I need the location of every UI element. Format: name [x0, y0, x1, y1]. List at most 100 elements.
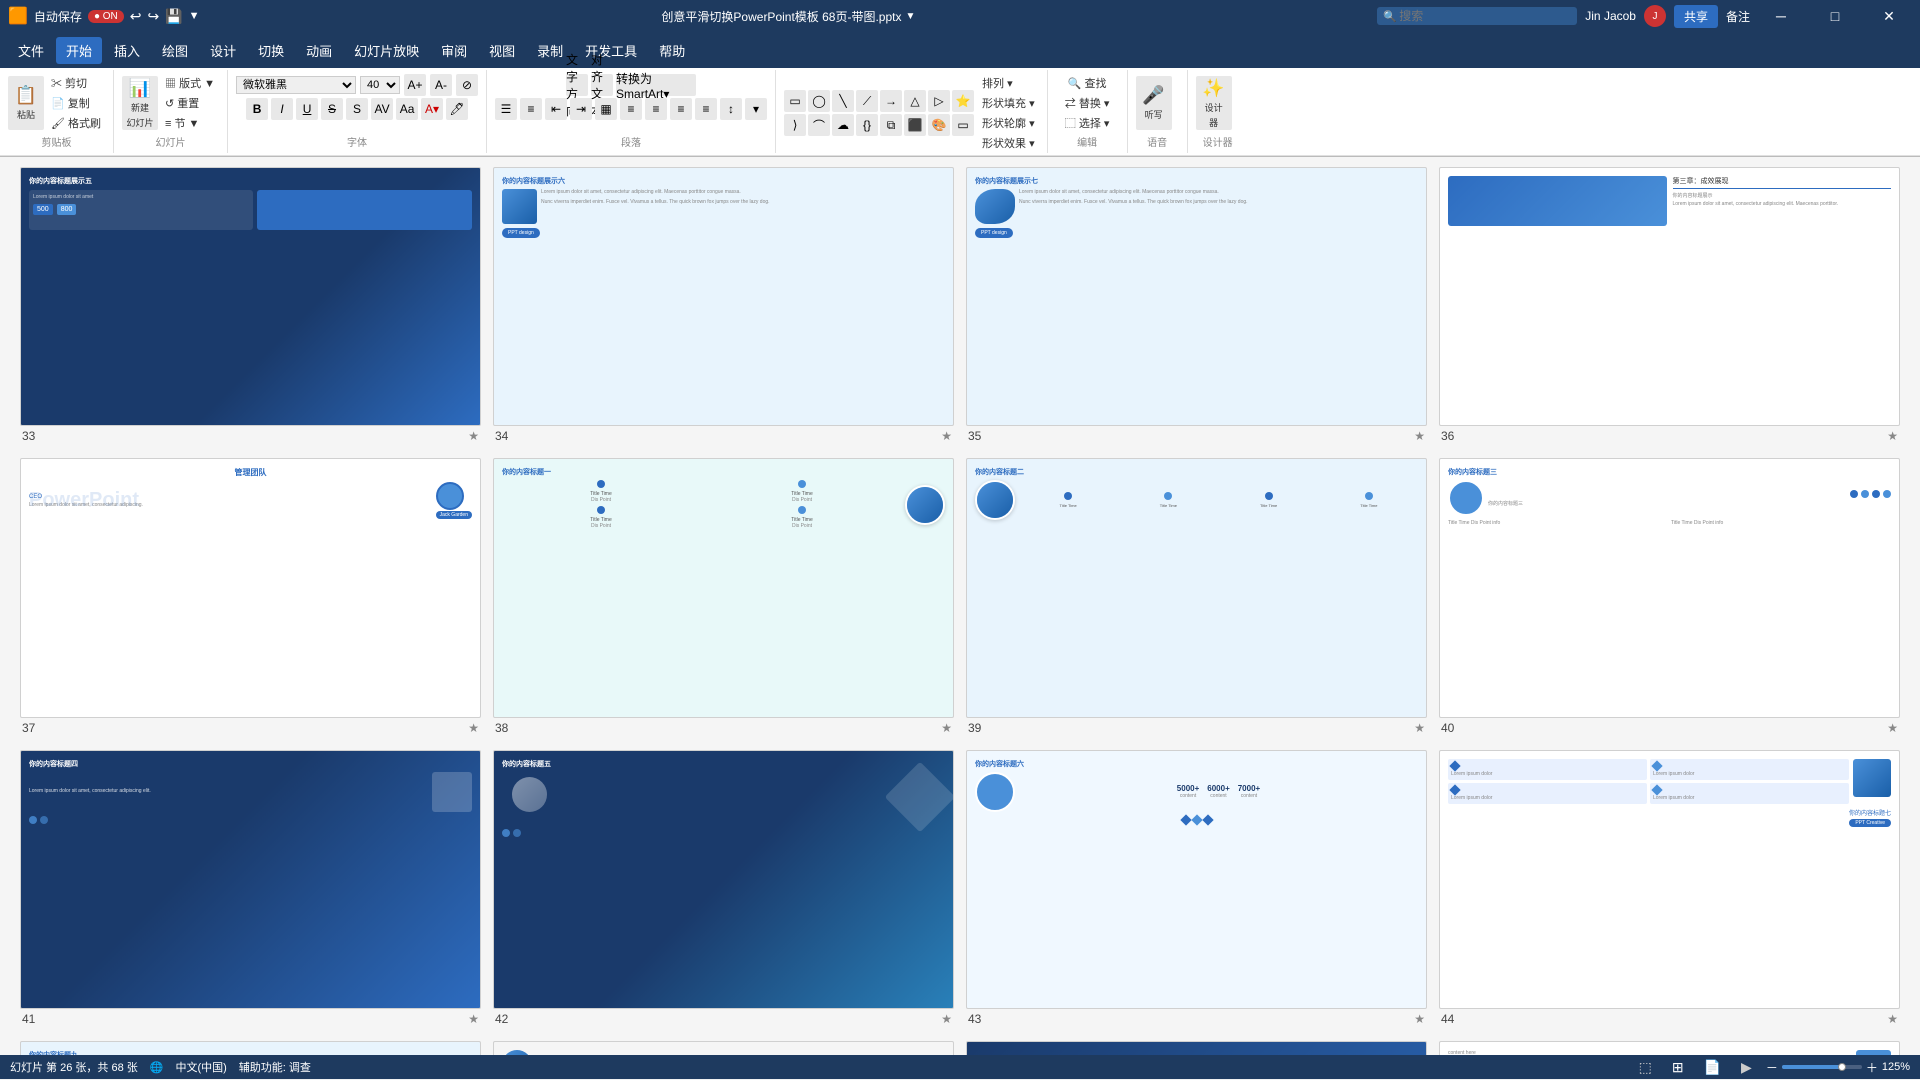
restore-btn[interactable]: □	[1812, 0, 1858, 32]
slideshow-btn[interactable]: ▶	[1735, 1057, 1758, 1078]
arrange-btn[interactable]: ⧉	[880, 114, 902, 136]
shape-1[interactable]: ▭	[784, 90, 806, 112]
menu-file[interactable]: 文件	[8, 37, 54, 64]
menu-help[interactable]: 帮助	[649, 37, 695, 64]
undo-btn[interactable]: ↩	[130, 8, 142, 25]
slide-thumb-44[interactable]: Lorem ipsum dolor Lorem ipsum dolor Lore…	[1439, 750, 1900, 1009]
align-left-btn[interactable]: ≡	[620, 98, 642, 120]
section-btn[interactable]: ≡ 节 ▼	[161, 114, 219, 132]
shape-4[interactable]: ⟋	[856, 90, 878, 112]
comment-label[interactable]: 备注	[1726, 8, 1750, 25]
shape-12[interactable]: {}	[856, 114, 878, 136]
line-spacing-btn[interactable]: ↕	[720, 98, 742, 120]
increase-indent-btn[interactable]: ⇥	[570, 98, 592, 120]
slide-thumb-43[interactable]: 你的内容标题六 5000+ content 6000+	[966, 750, 1427, 1009]
slide-thumb-45[interactable]: 你的内容标题九 Lorem ipsum dolor sit amet	[20, 1041, 481, 1055]
paste-btn[interactable]: 📋 粘贴	[8, 76, 44, 130]
font-color-btn[interactable]: A▾	[421, 98, 443, 120]
close-btn[interactable]: ✕	[1866, 0, 1912, 32]
shape-outline-dropdown[interactable]: 形状轮廓 ▾	[978, 114, 1039, 132]
slide-item-45[interactable]: 你的内容标题九 Lorem ipsum dolor sit amet 45 ★	[20, 1041, 481, 1055]
slide-item-39[interactable]: 你的内容标题二 Title Time	[966, 458, 1427, 737]
slide-item-42[interactable]: 你的内容标题五 42 ★	[493, 750, 954, 1029]
arrange-dropdown[interactable]: 排列 ▾	[978, 74, 1039, 92]
slide-thumb-42[interactable]: 你的内容标题五	[493, 750, 954, 1009]
font-family-select[interactable]: 微软雅黑	[236, 76, 356, 94]
slide-thumb-48[interactable]: content here	[1439, 1041, 1900, 1055]
shape-6[interactable]: △	[904, 90, 926, 112]
shape-outline-btn[interactable]: ▭	[952, 114, 974, 136]
slide-thumb-35[interactable]: 你的内容标题展示七 Lorem ipsum dolor sit amet, co…	[966, 167, 1427, 426]
slide-thumb-33[interactable]: 你的内容标题展示五 Lorem ipsum dolor sit amet 500…	[20, 167, 481, 426]
spacing-btn[interactable]: AV	[371, 98, 393, 120]
align-center-btn[interactable]: ≡	[645, 98, 667, 120]
strikethrough-btn[interactable]: S	[321, 98, 343, 120]
slide-item-43[interactable]: 你的内容标题六 5000+ content 6000+	[966, 750, 1427, 1029]
redo-btn[interactable]: ↪	[148, 8, 160, 25]
replace-btn[interactable]: ⇄ 替换 ▾	[1061, 94, 1114, 112]
slide-thumb-39[interactable]: 你的内容标题二 Title Time	[966, 458, 1427, 717]
shape-effects-dropdown[interactable]: 形状效果 ▾	[978, 134, 1039, 152]
slide-item-37[interactable]: 管理团队 CEO Lorem ipsum dolor sit amet, con…	[20, 458, 481, 737]
underline-btn[interactable]: U	[296, 98, 318, 120]
menu-home[interactable]: 开始	[56, 37, 102, 64]
font-size-select[interactable]: 40	[360, 76, 400, 94]
more-para-btn[interactable]: ▾	[745, 98, 767, 120]
zoom-out-btn[interactable]: －	[1766, 1059, 1778, 1076]
select-btn[interactable]: ⬚ 选择 ▾	[1061, 114, 1114, 132]
slide-thumb-36[interactable]: 第三章：成效展现 你的内容标题展示 Lorem ipsum dolor sit …	[1439, 167, 1900, 426]
slide-thumb-41[interactable]: 你的内容标题四 Lorem ipsum dolor sit amet, cons…	[20, 750, 481, 1009]
font-dec-btn[interactable]: A-	[430, 74, 452, 96]
quick-access-icon[interactable]: ▼	[189, 10, 200, 22]
menu-insert[interactable]: 插入	[104, 37, 150, 64]
shape-5[interactable]: →	[880, 90, 902, 112]
menu-slideshow[interactable]: 幻灯片放映	[344, 37, 429, 64]
font-inc-btn[interactable]: A+	[404, 74, 426, 96]
menu-design[interactable]: 设计	[200, 37, 246, 64]
shape-fill-btn[interactable]: 🎨	[928, 114, 950, 136]
slide-grid-btn[interactable]: ⊞	[1666, 1057, 1690, 1078]
shape-10[interactable]: ⌒	[808, 114, 830, 136]
cut-btn[interactable]: ✂ 剪切	[47, 74, 105, 92]
slide-thumb-40[interactable]: 你的内容标题三 你的内容标题三	[1439, 458, 1900, 717]
search-input[interactable]	[1377, 7, 1577, 25]
slide-item-34[interactable]: 你的内容标题展示六 Lorem ipsum dolor sit amet, co…	[493, 167, 954, 446]
new-slide-btn[interactable]: 📊 新建 幻灯片	[122, 76, 158, 130]
save-icon[interactable]: 💾	[165, 8, 182, 25]
menu-view[interactable]: 视图	[479, 37, 525, 64]
slide-item-48[interactable]: content here 48 ★	[1439, 1041, 1900, 1055]
slide-item-46[interactable]: Lorem ipsum dolor sit amet 46 ★	[493, 1041, 954, 1055]
slide-thumb-47[interactable]: 📍 位置图标	[966, 1041, 1427, 1055]
shape-7[interactable]: ▷	[928, 90, 950, 112]
menu-draw[interactable]: 绘图	[152, 37, 198, 64]
menu-transition[interactable]: 切换	[248, 37, 294, 64]
slide-thumb-46[interactable]: Lorem ipsum dolor sit amet	[493, 1041, 954, 1055]
slide-thumb-34[interactable]: 你的内容标题展示六 Lorem ipsum dolor sit amet, co…	[493, 167, 954, 426]
col-btn[interactable]: ▦	[595, 98, 617, 120]
zoom-slider[interactable]	[1782, 1065, 1862, 1069]
shape-2[interactable]: ◯	[808, 90, 830, 112]
voice-btn[interactable]: 🎤 听写	[1136, 76, 1172, 130]
autosave-toggle[interactable]: ● ON	[88, 10, 124, 23]
justify-btn[interactable]: ≡	[695, 98, 717, 120]
minimize-btn[interactable]: ─	[1758, 0, 1804, 32]
align-right-btn[interactable]: ≡	[670, 98, 692, 120]
smartart-btn[interactable]: 转换为SmartArt▾	[616, 74, 696, 96]
menu-animate[interactable]: 动画	[296, 37, 342, 64]
slide-item-33[interactable]: 你的内容标题展示五 Lorem ipsum dolor sit amet 500…	[20, 167, 481, 446]
shadow-btn[interactable]: S	[346, 98, 368, 120]
bold-btn[interactable]: B	[246, 98, 268, 120]
reset-btn[interactable]: ↺ 重置	[161, 94, 219, 112]
slide-item-41[interactable]: 你的内容标题四 Lorem ipsum dolor sit amet, cons…	[20, 750, 481, 1029]
slide-item-47[interactable]: 📍 位置图标 47 ★	[966, 1041, 1427, 1055]
menu-review[interactable]: 审阅	[431, 37, 477, 64]
copy-btn[interactable]: 📄 复制	[47, 94, 105, 112]
slide-item-44[interactable]: Lorem ipsum dolor Lorem ipsum dolor Lore…	[1439, 750, 1900, 1029]
clear-format-btn[interactable]: ⊘	[456, 74, 478, 96]
num-list-btn[interactable]: ≡	[520, 98, 542, 120]
format-painter-btn[interactable]: 🖌 格式刷	[47, 114, 105, 132]
reading-view-btn[interactable]: 📄	[1698, 1057, 1727, 1078]
slide-item-40[interactable]: 你的内容标题三 你的内容标题三	[1439, 458, 1900, 737]
share-label[interactable]: 共享	[1674, 5, 1718, 28]
normal-view-btn[interactable]: ⬚	[1633, 1057, 1658, 1078]
